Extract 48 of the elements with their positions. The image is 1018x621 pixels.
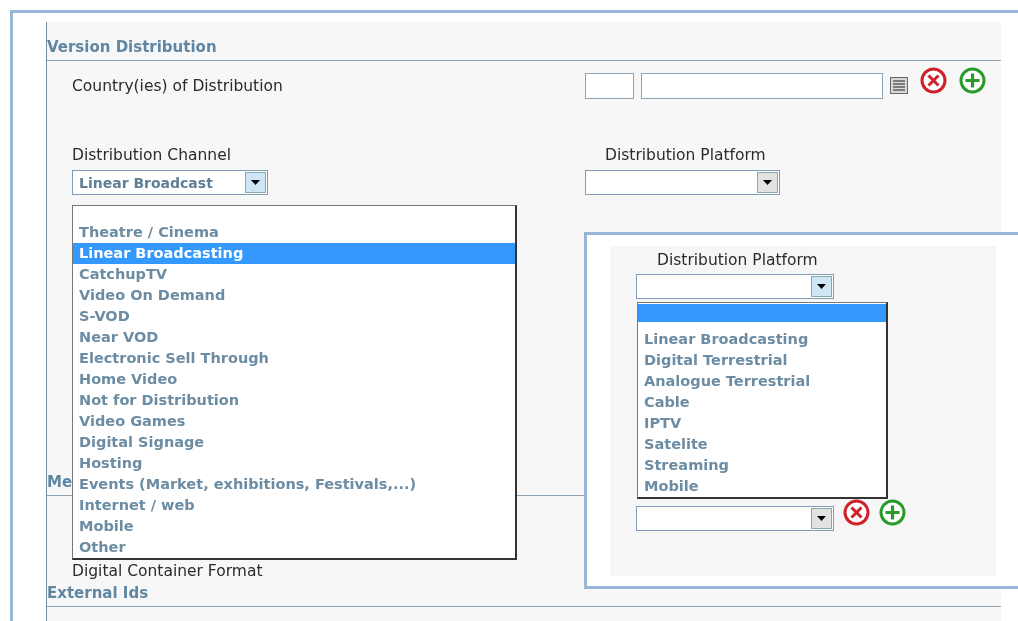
- dropdown-option[interactable]: CatchupTV: [73, 264, 515, 285]
- dropdown-option[interactable]: Mobile: [638, 476, 886, 497]
- dropdown-option[interactable]: Hosting: [73, 453, 515, 474]
- dropdown-option[interactable]: Satelite: [638, 434, 886, 455]
- dropdown-option[interactable]: Theatre / Cinema: [73, 222, 515, 243]
- dropdown-arrow-button[interactable]: [757, 172, 778, 193]
- dropdown-option[interactable]: Video On Demand: [73, 285, 515, 306]
- section-title: External Ids: [47, 584, 149, 602]
- field-label: Distribution Channel: [72, 146, 232, 164]
- dropdown-option[interactable]: Electronic Sell Through: [73, 348, 515, 369]
- dropdown-arrow-button[interactable]: [811, 276, 832, 297]
- field-label: Distribution Platform: [604, 146, 767, 164]
- field-label: Country(ies) of Distribution: [72, 77, 284, 95]
- caret-icon: [817, 284, 826, 289]
- dropdown-option[interactable]: Events (Market, exhibitions, Festivals,...): [73, 474, 515, 495]
- remove-icon[interactable]: [920, 66, 947, 94]
- caret-icon: [817, 516, 826, 521]
- caret-icon: [251, 180, 260, 185]
- dropdown-option[interactable]: IPTV: [638, 413, 886, 434]
- list-icon[interactable]: [890, 76, 908, 94]
- dropdown-option[interactable]: Near VOD: [73, 327, 515, 348]
- caret-icon: [763, 180, 772, 185]
- dropdown-option[interactable]: Video Games: [73, 411, 515, 432]
- dropdown-option[interactable]: Linear Broadcasting: [638, 329, 886, 350]
- dropdown-option[interactable]: Other: [73, 537, 515, 558]
- section-title: Version Distribution: [47, 38, 217, 56]
- dropdown-arrow-button[interactable]: [245, 172, 266, 193]
- dropdown-option[interactable]: Digital Signage: [73, 432, 515, 453]
- dropdown-option[interactable]: Analogue Terrestrial: [638, 371, 886, 392]
- dropdown-option[interactable]: Digital Terrestrial: [638, 350, 886, 371]
- add-icon[interactable]: [959, 66, 986, 94]
- country-code-input[interactable]: [585, 73, 634, 99]
- field-label: Distribution Platform: [656, 251, 819, 269]
- dropdown-option[interactable]: Mobile: [73, 516, 515, 537]
- dropdown-option[interactable]: Home Video: [73, 369, 515, 390]
- remove-icon[interactable]: [843, 499, 870, 526]
- section-title: Me: [47, 473, 73, 491]
- dropdown-arrow-button[interactable]: [811, 508, 832, 529]
- field-label: Digital Container Format: [72, 562, 263, 580]
- dropdown-option[interactable]: Streaming: [638, 455, 886, 476]
- dropdown-option[interactable]: Not for Distribution: [73, 390, 515, 411]
- dropdown-option[interactable]: Cable: [638, 392, 886, 413]
- dropdown-option[interactable]: S-VOD: [73, 306, 515, 327]
- channel-select[interactable]: Linear Broadcast: [72, 170, 268, 195]
- dropdown-option[interactable]: Linear Broadcasting: [73, 243, 515, 264]
- dropdown-option[interactable]: Internet / web: [73, 495, 515, 516]
- country-name-input[interactable]: [641, 73, 883, 99]
- add-icon[interactable]: [879, 499, 906, 526]
